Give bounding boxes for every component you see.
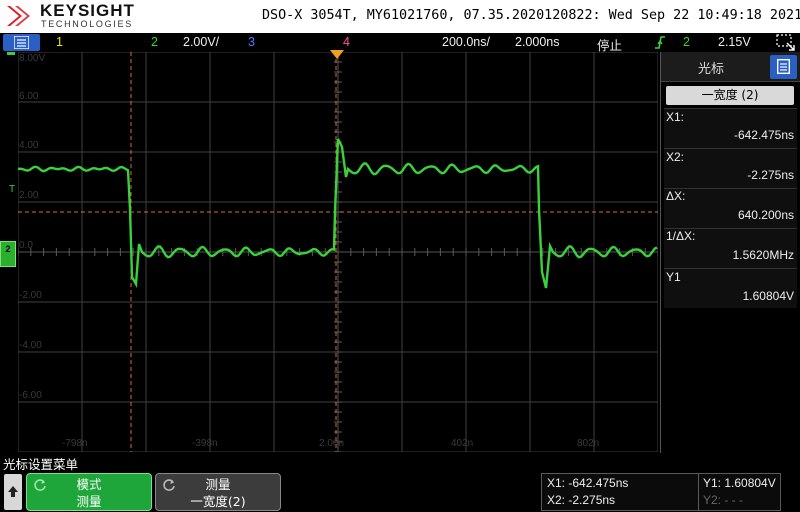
channel-2-indicator[interactable]: 2 xyxy=(151,35,158,49)
waveform-display[interactable] xyxy=(18,52,658,452)
trigger-level-marker: T xyxy=(9,184,16,195)
x1-label: X1: xyxy=(666,110,685,124)
x2-value: -2.275ns xyxy=(747,168,794,182)
cursor-mode-softkey[interactable]: 模式 测量 xyxy=(26,473,152,511)
rotate-icon xyxy=(163,479,175,491)
v-label-minus-6: -6.00 xyxy=(19,390,42,401)
trigger-source[interactable]: 2 xyxy=(683,35,690,49)
channel-2-marker-label: 2 xyxy=(5,244,11,254)
softkey-bar: 光标设置菜单 模式 测量 测量 一宽度(2) X1: -642.475ns X2… xyxy=(0,453,800,512)
trigger-delay[interactable]: 2.000ns xyxy=(515,35,559,49)
v-label-minus-2: -2.00 xyxy=(19,290,42,301)
v-label-8: 8.00V xyxy=(19,53,46,64)
readout-y1: Y1: 1.60804V xyxy=(703,476,776,490)
brand-subtitle: TECHNOLOGIES xyxy=(41,19,133,29)
channel-3-indicator[interactable]: 3 xyxy=(248,35,255,49)
status-bar: 1 2 2.00V/ 3 4 200.0ns/ 2.000ns 停止 2 2.1… xyxy=(0,33,800,53)
instrument-info: DSO-X 3054T, MY61021760, 07.35.202012082… xyxy=(262,8,800,23)
v-label-2: 2.00 xyxy=(19,190,39,201)
y1-value: 1.60804V xyxy=(742,289,794,303)
brand-name: KEYSIGHT xyxy=(40,1,135,20)
v-label-0: 0.0 xyxy=(19,240,33,251)
panel-menu-button[interactable] xyxy=(770,55,797,79)
cursor-panel-title: 光标 xyxy=(697,62,724,77)
x2-label: X2: xyxy=(666,150,685,164)
trigger-slope-icon xyxy=(655,36,665,49)
header-bar: KEYSIGHT TECHNOLOGIES DSO-X 3054T, MY610… xyxy=(0,0,800,33)
cursor-panel: 光标 一宽度 (2) X1: -642.475ns X2: -2.275ns Δ… xyxy=(660,52,800,453)
v-label-6: 6.00 xyxy=(19,91,39,102)
x1-value: -642.475ns xyxy=(733,128,794,142)
h-label-1: -798n xyxy=(62,438,88,449)
channel-2-ground-marker[interactable]: 2 xyxy=(0,241,16,267)
back-arrow-icon xyxy=(8,486,18,497)
main-menu-button[interactable] xyxy=(3,34,40,51)
keysight-logo-icon xyxy=(7,6,30,26)
y1-label: Y1 xyxy=(666,270,681,284)
channel-2-scale[interactable]: 2.00V/ xyxy=(183,35,219,49)
readout-x1: X1: -642.475ns xyxy=(547,476,629,490)
menu-icon xyxy=(777,59,790,74)
back-button[interactable] xyxy=(4,474,22,510)
inv-dx-value: 1.5620MHz xyxy=(732,248,794,262)
timebase-scale[interactable]: 200.0ns/ xyxy=(442,35,490,49)
cursor-panel-header: 光标 xyxy=(661,52,800,82)
h-label-2: -398n xyxy=(192,438,218,449)
waveform-graticule xyxy=(18,52,658,452)
menu-icon xyxy=(14,36,29,49)
dx-value: 640.200ns xyxy=(737,208,794,222)
corner-icon[interactable] xyxy=(776,34,796,51)
h-label-3: 2.00n xyxy=(319,438,345,449)
readout-x2: X2: -2.275ns xyxy=(547,493,616,507)
cursor-mode-button[interactable]: 一宽度 (2) xyxy=(666,86,794,105)
mode-softkey-value: 测量 xyxy=(76,494,102,509)
measurement-softkey[interactable]: 测量 一宽度(2) xyxy=(155,473,281,511)
dx-label: ΔX: xyxy=(666,189,686,203)
measure-softkey-value: 一宽度(2) xyxy=(190,494,246,509)
h-label-5: 802n xyxy=(577,438,600,449)
channel-4-indicator[interactable]: 4 xyxy=(343,35,350,49)
h-label-4: 402n xyxy=(451,438,474,449)
trigger-position-marker xyxy=(330,50,344,59)
readout-divider xyxy=(698,474,699,510)
channel-1-indicator[interactable]: 1 xyxy=(56,35,63,49)
softkey-menu-title: 光标设置菜单 xyxy=(3,457,79,472)
cursor-readout: X1: -642.475ns X2: -2.275ns Y1: 1.60804V… xyxy=(541,473,781,511)
channel-2-top-marker xyxy=(7,52,15,55)
trigger-level[interactable]: 2.15V xyxy=(718,35,751,49)
rotate-icon xyxy=(34,479,46,491)
v-label-4: 4.00 xyxy=(19,140,39,151)
inv-dx-label: 1/ΔX: xyxy=(666,229,696,243)
readout-y2: Y2: - - - xyxy=(703,493,744,507)
v-label-minus-4: -4.00 xyxy=(19,340,42,351)
